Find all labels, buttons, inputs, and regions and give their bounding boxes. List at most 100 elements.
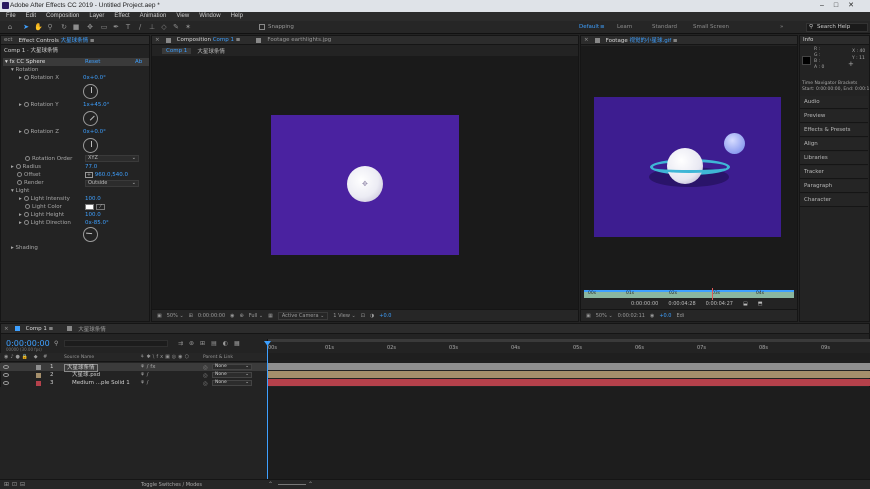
workspace-small-screen[interactable]: Small Screen [693,24,729,30]
radius-value[interactable]: 77.0 [85,163,97,171]
light-group[interactable]: ▾ Light [11,187,29,195]
workspace-menu-icon[interactable]: ≡ [600,24,605,30]
roto-brush-icon[interactable]: ✎ [172,23,180,31]
layer-row[interactable]: 1 大星球条情 ⚘ ∕ fx ◎ None ⌄ [0,363,267,372]
parent-select[interactable]: None ⌄ [212,380,252,386]
layer-name[interactable]: Medium ...ple Solid 1 [72,379,130,387]
timeline-search-icon[interactable]: ⚲ [54,340,58,347]
effect-controls-tab[interactable]: Effect Controls 大星球条情 ≡ [19,36,95,44]
menu-view[interactable]: View [176,12,189,21]
lock-icon[interactable] [594,37,600,43]
in-point[interactable]: 0:00:00:00 [631,301,658,307]
menu-edit[interactable]: Edit [26,12,36,21]
light-direction-dial[interactable] [82,226,99,243]
reset-button[interactable]: Reset [85,58,100,66]
always-preview-icon[interactable]: ▣ [157,313,162,319]
sphere-layer[interactable]: ✥ [347,166,383,202]
footage-tab[interactable]: Footage earthlights.jpg [267,37,331,43]
layer-switches[interactable]: ⚘ ∕ [140,371,149,379]
reset-exposure-icon[interactable]: ◑ [370,313,374,319]
duration[interactable]: 0:00:04:27 [706,301,733,307]
close-icon[interactable]: × [4,326,9,332]
rotation-z-value[interactable]: 0x+0.0° [83,128,106,136]
show-channel-icon[interactable]: ⊕ [240,313,244,319]
snapping-checkbox[interactable] [259,24,265,30]
menu-layer[interactable]: Layer [89,12,104,21]
light-direction-value[interactable]: 0x-85.0° [85,219,109,227]
view-layout-select[interactable]: 1 View ⌄ [333,313,355,319]
footage-tab-active[interactable]: Footage 视觉的小星球.gif ≡ [606,36,678,44]
brush-tool-icon[interactable]: / [136,23,144,31]
rotation-x-dial[interactable] [83,84,98,99]
rotation-z-label[interactable]: ▸ Rotation Z [19,128,59,136]
label-color-icon[interactable] [36,365,41,370]
eyedropper-icon[interactable]: ⁄ [96,204,105,210]
rotation-y-dial[interactable] [79,107,102,130]
mask-tool-icon[interactable]: ▭ [100,23,108,31]
snapshot-icon[interactable]: ◉ [650,313,654,319]
parent-select[interactable]: None ⌄ [212,372,252,378]
project-tab[interactable]: ect [4,37,13,43]
eraser-tool-icon[interactable]: ◇ [160,23,168,31]
magnification-select[interactable]: 50% ⌄ [596,313,613,319]
eye-icon[interactable] [3,365,9,369]
magnification-select[interactable]: 50% ⌄ [167,313,184,319]
exposure-value[interactable]: +0.0 [379,313,391,319]
timeline-switches-icons[interactable]: ⇉⊛⊞▤◐▦ [178,340,246,347]
toggle-switches-modes[interactable]: Toggle Switches / Modes [141,482,202,488]
exposure-value[interactable]: +0.0 [659,313,671,319]
eye-icon[interactable] [3,381,9,385]
light-height-label[interactable]: ▸ Light Height [19,211,64,219]
time-ruler[interactable] [267,339,870,353]
rotation-y-label[interactable]: ▸ Rotation Y [19,101,59,109]
edit-label[interactable]: Edi [677,313,685,319]
panel-effects-presets[interactable]: Effects & Presets [800,124,868,137]
pan-behind-tool-icon[interactable]: ✥ [86,23,94,31]
light-intensity-value[interactable]: 100.0 [85,195,101,203]
lock-icon[interactable] [256,37,262,43]
rotation-group[interactable]: ▾ Rotation [11,66,39,74]
rotation-x-label[interactable]: ▸ Rotation X [19,74,59,82]
menu-composition[interactable]: Composition [46,12,79,21]
panel-libraries[interactable]: Libraries [800,152,868,165]
menu-file[interactable]: File [6,12,16,21]
panel-paragraph[interactable]: Paragraph [800,180,868,193]
pen-tool-icon[interactable]: ✒ [112,23,120,31]
panel-align[interactable]: Align [800,138,868,151]
zoom-tool-icon[interactable]: ⚲ [46,23,54,31]
overlay-edit-icon[interactable]: ⬒ [758,301,763,307]
light-height-value[interactable]: 100.0 [85,211,101,219]
menu-effect[interactable]: Effect [114,12,129,21]
layer-bar[interactable] [268,379,870,386]
effect-name[interactable]: ▾ fx CC Sphere [5,58,45,66]
timeline-tab-layer[interactable]: 大星球条情 [78,325,106,333]
composition-tab[interactable]: Composition Comp 1 ≡ [177,37,241,43]
workspace-standard[interactable]: Standard [652,24,677,30]
shading-group[interactable]: ▸ Shading [11,244,38,252]
rotation-y-value[interactable]: 1x+45.0° [83,101,109,109]
label-color-icon[interactable] [36,381,41,386]
current-time[interactable]: 0:00:02:11 [618,313,645,319]
footer-icons[interactable]: ⊞⊡⊟ [4,481,28,488]
col-source-name[interactable]: Source Name [64,355,94,360]
footage-viewer[interactable] [581,46,797,290]
resolution-select[interactable]: Full ⌄ [249,313,263,319]
current-time-indicator[interactable] [267,341,268,481]
close-icon[interactable]: × [584,37,589,43]
workspace-learn[interactable]: Learn [617,24,632,30]
playhead[interactable] [712,288,713,300]
work-area-bar[interactable] [268,339,870,342]
puppet-tool-icon[interactable]: ✶ [184,23,192,31]
selection-tool-icon[interactable]: ➤ [22,23,30,31]
lock-icon[interactable] [165,37,171,43]
zoom-out-icon[interactable]: ⌃ [268,481,273,488]
info-tab[interactable]: Info [803,37,813,43]
layer-name[interactable]: 大星球.psd [72,371,100,379]
timeline-search-input[interactable] [64,340,168,347]
ripple-insert-icon[interactable]: ⬓ [743,301,748,307]
panel-audio[interactable]: Audio [800,96,868,109]
toggle-pixel-icon[interactable]: ⊡ [361,313,365,319]
region-icon[interactable]: ▦ [268,313,273,319]
window-controls[interactable]: –□✕ [820,0,864,12]
clone-tool-icon[interactable]: ⊥ [148,23,156,31]
